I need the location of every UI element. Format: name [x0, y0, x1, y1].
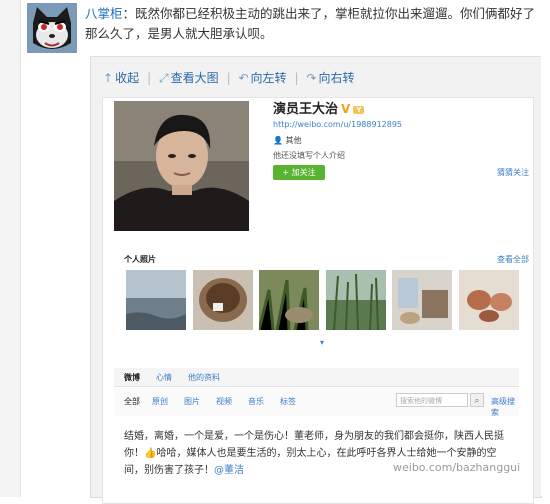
expand-photos-icon[interactable]: ▾ — [320, 338, 324, 347]
view-all-photos-link[interactable]: 查看全部 — [497, 254, 529, 265]
filter-all[interactable]: 全部 — [124, 396, 140, 407]
grass-image — [259, 270, 319, 330]
advanced-search-link[interactable]: 高级搜索 — [491, 396, 519, 418]
profile-bio: 他还没填写个人介绍 — [273, 151, 345, 160]
filter-original[interactable]: 原创 — [152, 396, 168, 407]
thumbnail-bowl[interactable] — [193, 270, 253, 330]
thumbnail-sea[interactable] — [126, 270, 186, 330]
post-body: 既然你都已经积极主动的跳出来了，掌柜就拉你出来遛遛。你们俩都好了那么久了，是男人… — [85, 6, 536, 41]
user-icon: 👤 — [273, 136, 283, 145]
profile-photo — [114, 101, 249, 231]
rotate-left-icon: ↶ — [238, 71, 249, 85]
toolbar-divider: | — [147, 71, 152, 85]
post-separator: ： — [122, 6, 136, 21]
thumbnail-room[interactable] — [392, 270, 452, 330]
tab-profile-info[interactable]: 他的资料 — [188, 372, 220, 383]
search-icon[interactable]: ⌕ — [470, 393, 484, 407]
profile-gender: 👤 其他 — [273, 136, 302, 145]
rotate-left-button[interactable]: ↶ 向左转 — [238, 69, 286, 86]
toolbar-divider: | — [226, 71, 231, 85]
collapse-button[interactable]: ↑ 收起 — [103, 69, 139, 86]
filter-images[interactable]: 图片 — [184, 396, 200, 407]
thumbnail-grass[interactable] — [259, 270, 319, 330]
profile-name[interactable]: 演员王大治 V Y — [273, 98, 365, 117]
filter-videos[interactable]: 视频 — [216, 396, 232, 407]
right-edge — [541, 56, 550, 496]
portrait-image — [114, 101, 249, 231]
cat-mascot-icon — [27, 3, 77, 53]
feed-line-1: 结婚，离婚，一个是爱，一个是伤心！董老师，身为朋友的我们都会挺你，陕西人民挺 — [124, 431, 504, 442]
bowl-image — [193, 270, 253, 330]
arrow-up-icon: ↑ — [103, 71, 114, 85]
tab-weibo[interactable]: 微博 — [124, 372, 140, 383]
view-large-button[interactable]: ⤢ 查看大图 — [159, 69, 219, 86]
thumbs-up-icon: 👍 — [144, 448, 157, 459]
room-image — [392, 270, 452, 330]
enlarge-icon: ⤢ — [158, 71, 169, 85]
membership-badge: Y — [353, 105, 365, 114]
rotate-right-icon: ↷ — [306, 71, 317, 85]
verified-icon: V — [341, 102, 351, 116]
feed-line-2: 你！👍哈哈，媒体人也是要生活的，别太上心，在此呼吁各界人士给她一个安静的空 — [124, 448, 497, 459]
post-text: 八掌柜：既然你都已经积极主动的跳出来了，掌柜就拉你出来遛遛。你们俩都好了那么久了… — [85, 4, 540, 44]
follow-button[interactable]: + 加关注 — [273, 165, 325, 180]
photos-section-title: 个人照片 — [124, 255, 156, 264]
avatar[interactable] — [27, 3, 77, 53]
watermark: weibo.com/bazhanggui — [393, 461, 521, 474]
stones-image — [459, 270, 519, 330]
profile-tabs: 微博 心情 他的资料 — [114, 368, 519, 387]
feed-filters: 全部 原创 图片 视频 音乐 标签 搜索他的微博 ⌕ 高级搜索 — [114, 388, 519, 418]
reeds-image — [326, 270, 386, 330]
tab-mood[interactable]: 心情 — [156, 372, 172, 383]
thumbnail-stones[interactable] — [459, 270, 519, 330]
photo-thumbnails — [126, 270, 526, 330]
toolbar-divider: | — [294, 71, 299, 85]
image-preview-panel: ↑ 收起 | ⤢ 查看大图 | ↶ 向左转 | ↷ 向右转 演员王大治 V Y http://we… — [90, 56, 542, 504]
image-toolbar: ↑ 收起 | ⤢ 查看大图 | ↶ 向左转 | ↷ 向右转 — [103, 69, 358, 86]
filter-music[interactable]: 音乐 — [248, 396, 264, 407]
mutual-follow-link[interactable]: 猜猜关注 — [497, 167, 529, 178]
embedded-screenshot[interactable]: 演员王大治 V Y http://weibo.com/u/1988912895 👤 … — [102, 97, 534, 504]
thumbnail-reeds[interactable] — [326, 270, 386, 330]
mention-link[interactable]: @董洁 — [214, 465, 244, 476]
post-author-link[interactable]: 八掌柜 — [85, 6, 123, 21]
rotate-right-button[interactable]: ↷ 向右转 — [306, 69, 354, 86]
filter-tags[interactable]: 标签 — [280, 396, 296, 407]
profile-url[interactable]: http://weibo.com/u/1988912895 — [273, 120, 402, 129]
left-gutter — [0, 0, 21, 497]
feed-search-input[interactable]: 搜索他的微博 — [396, 393, 468, 407]
sea-image — [126, 270, 186, 330]
